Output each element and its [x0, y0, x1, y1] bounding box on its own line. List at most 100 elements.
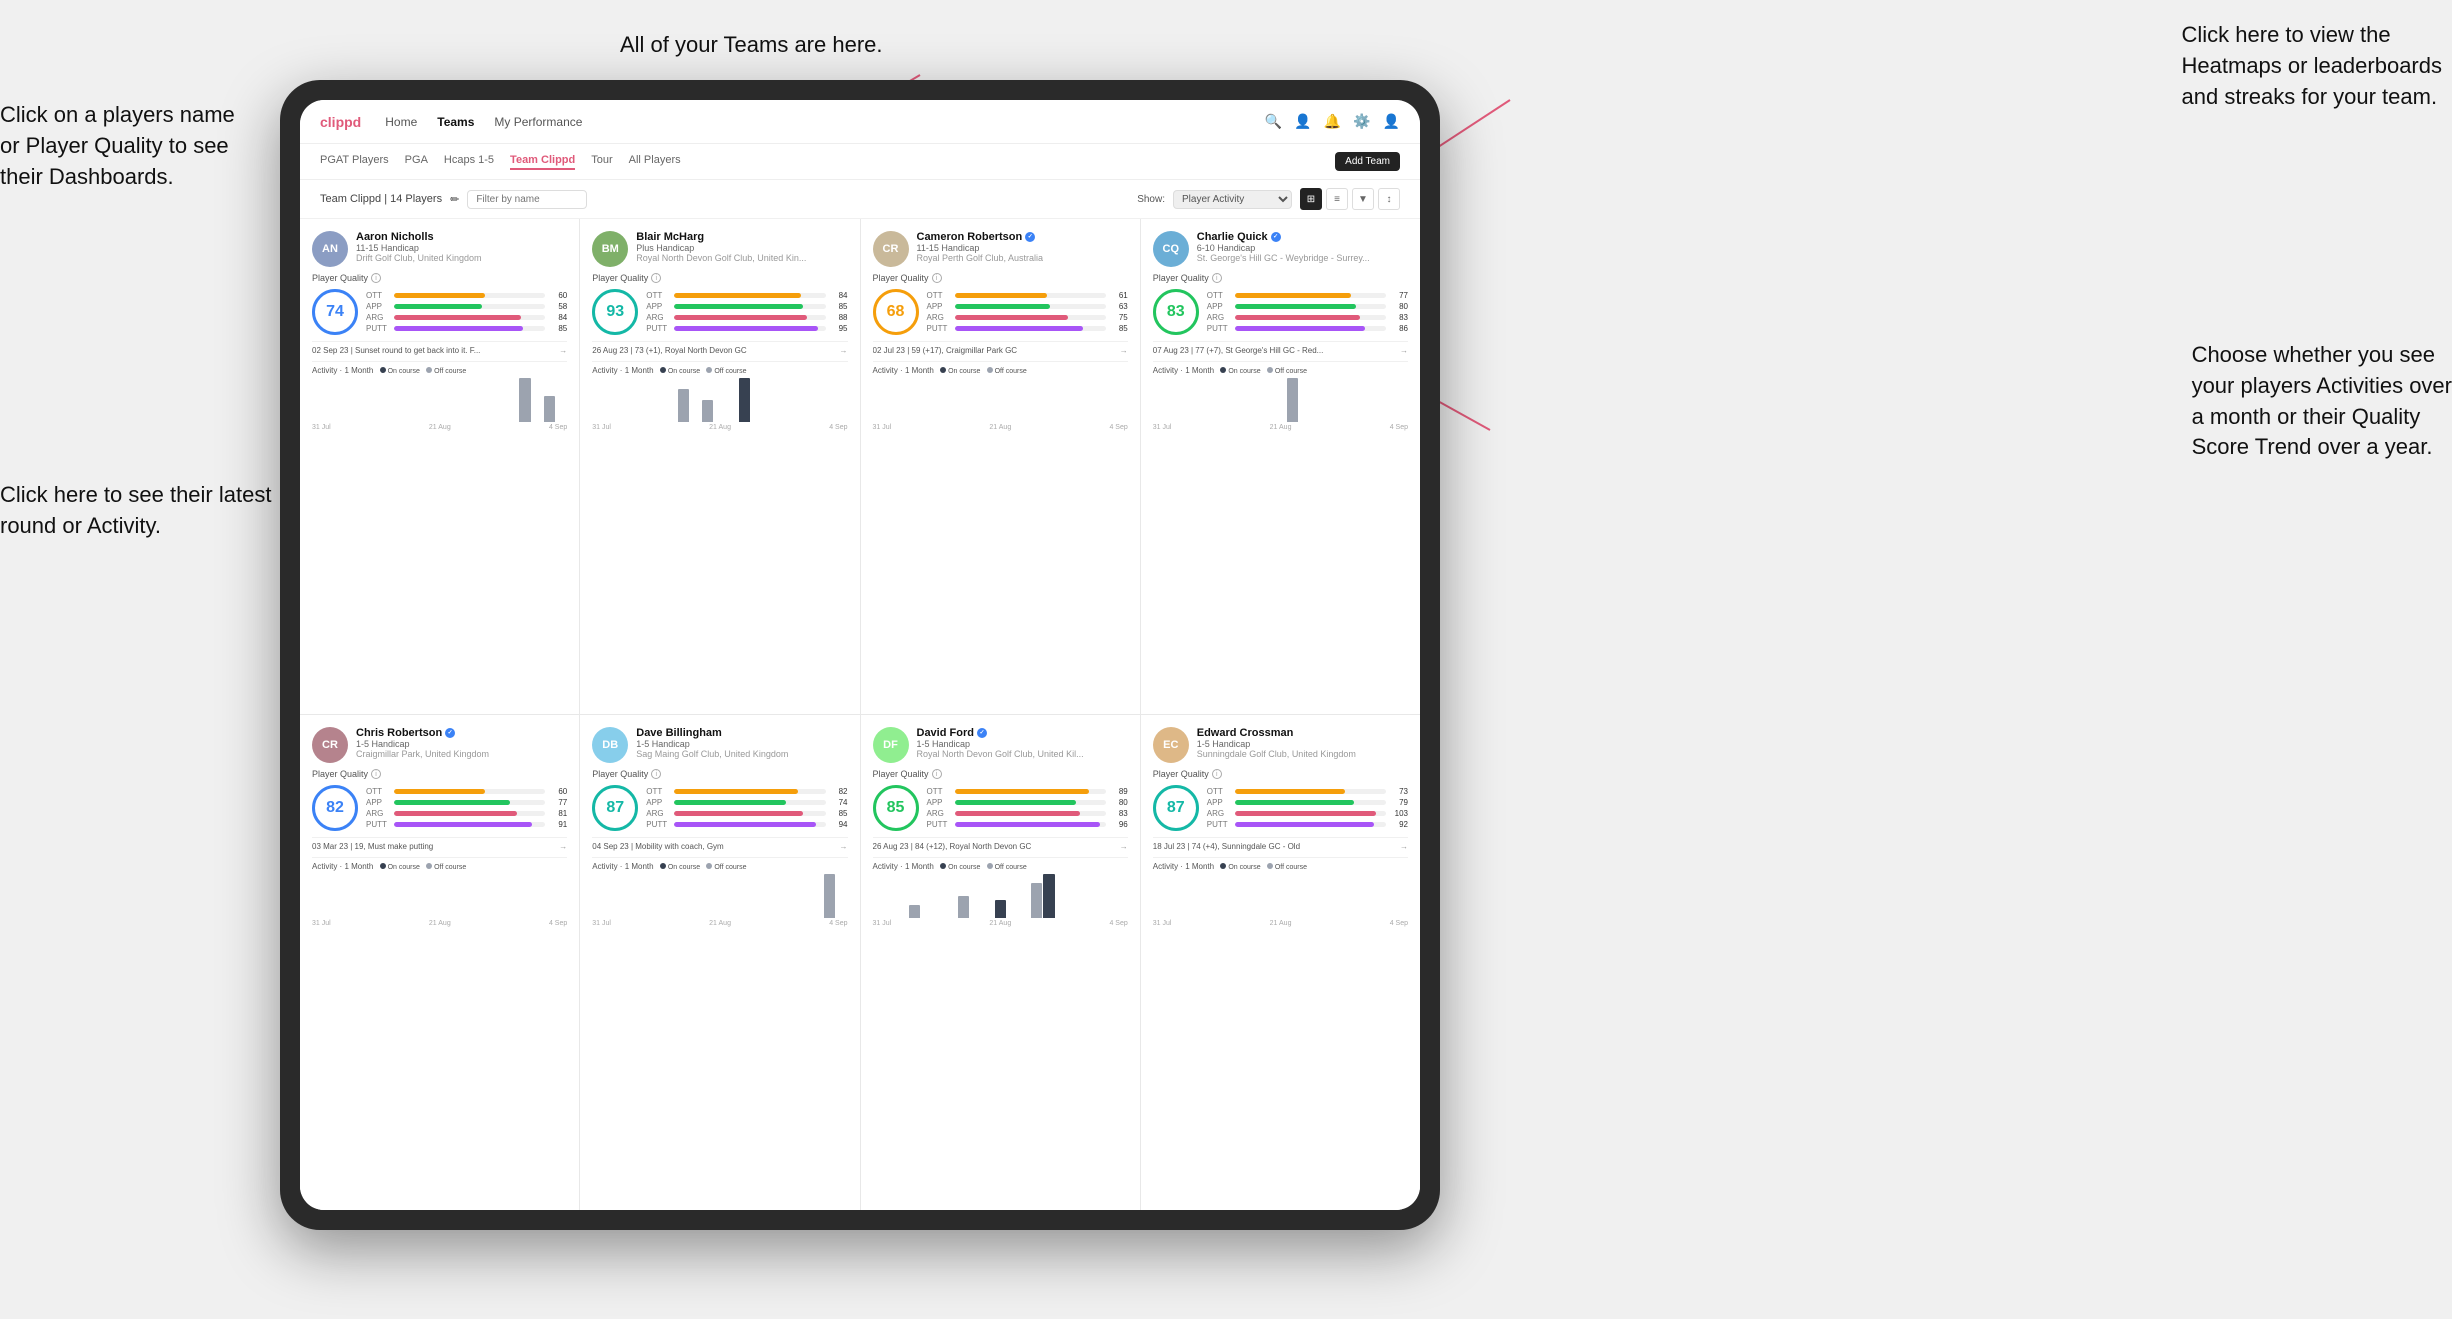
player-header: DB Dave Billingham 1-5 Handicap Sag Main…	[592, 727, 847, 763]
stat-row: ARG 75	[927, 313, 1128, 322]
player-card[interactable]: EC Edward Crossman 1-5 Handicap Sunningd…	[1141, 715, 1420, 1210]
player-name[interactable]: Cameron Robertson ✓	[917, 231, 1128, 243]
chart-bar	[519, 378, 530, 422]
settings-icon[interactable]: ⚙️	[1353, 113, 1370, 130]
navbar: clippd Home Teams My Performance 🔍 👤 🔔 ⚙…	[300, 100, 1420, 144]
stat-row: PUTT 95	[646, 324, 847, 333]
latest-round[interactable]: 07 Aug 23 | 77 (+7), St George's Hill GC…	[1153, 341, 1408, 355]
player-name[interactable]: Charlie Quick ✓	[1197, 231, 1408, 243]
heatmaps-annotation: Click here to view theHeatmaps or leader…	[2182, 20, 2442, 112]
score-circle: 87	[592, 785, 638, 831]
latest-round-arrow: →	[1120, 842, 1128, 851]
stat-bar	[674, 822, 816, 827]
subnav-pga[interactable]: PGA	[405, 154, 428, 170]
stat-bar-wrap	[955, 293, 1106, 298]
sort-button[interactable]: ↕	[1378, 188, 1400, 210]
quality-section[interactable]: 87 OTT 82 APP	[592, 785, 847, 831]
player-card[interactable]: DF David Ford ✓ 1-5 Handicap Royal North…	[861, 715, 1140, 1210]
player-name[interactable]: David Ford ✓	[917, 727, 1128, 739]
chart-label: 31 Jul	[592, 424, 611, 431]
filter-input[interactable]	[467, 190, 587, 209]
player-card[interactable]: BM Blair McHarg Plus Handicap Royal Nort…	[580, 219, 859, 714]
subnav-all-players[interactable]: All Players	[629, 154, 681, 170]
quality-section[interactable]: 83 OTT 77 APP	[1153, 289, 1408, 335]
stat-label: OTT	[366, 787, 390, 796]
nav-home[interactable]: Home	[385, 115, 417, 129]
player-name[interactable]: Edward Crossman	[1197, 727, 1408, 739]
activity-header: Activity · 1 Month On course Off course	[873, 366, 1128, 375]
stat-value: 85	[1110, 324, 1128, 333]
grid-view-button[interactable]: ⊞	[1300, 188, 1322, 210]
player-card[interactable]: CQ Charlie Quick ✓ 6-10 Handicap St. Geo…	[1141, 219, 1420, 714]
subnav-pgat[interactable]: PGAT Players	[320, 154, 389, 170]
profile-icon[interactable]: 👤	[1294, 113, 1311, 130]
score-circle: 74	[312, 289, 358, 335]
stat-row: ARG 83	[1207, 313, 1408, 322]
players-annotation: Click on a players nameor Player Quality…	[0, 100, 235, 192]
nav-teams[interactable]: Teams	[437, 115, 474, 129]
subnav-hcaps[interactable]: Hcaps 1-5	[444, 154, 494, 170]
chart-label: 31 Jul	[592, 920, 611, 927]
chart-labels: 31 Jul21 Aug4 Sep	[592, 424, 847, 431]
stat-row: APP 85	[646, 302, 847, 311]
player-card[interactable]: DB Dave Billingham 1-5 Handicap Sag Main…	[580, 715, 859, 1210]
latest-round[interactable]: 03 Mar 23 | 19, Must make putting →	[312, 837, 567, 851]
quality-section[interactable]: 93 OTT 84 APP	[592, 289, 847, 335]
stats-rows: OTT 89 APP 80	[927, 787, 1128, 829]
filter-button[interactable]: ▼	[1352, 188, 1374, 210]
player-card[interactable]: AN Aaron Nicholls 11-15 Handicap Drift G…	[300, 219, 579, 714]
quality-section[interactable]: 85 OTT 89 APP	[873, 785, 1128, 831]
player-info: Charlie Quick ✓ 6-10 Handicap St. George…	[1197, 231, 1408, 263]
activity-section: Activity · 1 Month On course Off course	[873, 857, 1128, 927]
stat-value: 83	[1110, 809, 1128, 818]
search-icon[interactable]: 🔍	[1265, 113, 1282, 130]
latest-round-text: 02 Jul 23 | 59 (+17), Craigmillar Park G…	[873, 346, 1120, 355]
quality-section[interactable]: 68 OTT 61 APP	[873, 289, 1128, 335]
latest-round[interactable]: 02 Jul 23 | 59 (+17), Craigmillar Park G…	[873, 341, 1128, 355]
add-team-button[interactable]: Add Team	[1335, 152, 1400, 171]
chart-label: 4 Sep	[1390, 424, 1408, 431]
info-icon: i	[1212, 769, 1222, 779]
latest-round[interactable]: 04 Sep 23 | Mobility with coach, Gym →	[592, 837, 847, 851]
stat-row: OTT 89	[927, 787, 1128, 796]
chart-label: 4 Sep	[1109, 424, 1127, 431]
player-info: Chris Robertson ✓ 1-5 Handicap Craigmill…	[356, 727, 567, 759]
activity-header: Activity · 1 Month On course Off course	[1153, 862, 1408, 871]
player-card[interactable]: CR Chris Robertson ✓ 1-5 Handicap Craigm…	[300, 715, 579, 1210]
player-club: Royal Perth Golf Club, Australia	[917, 253, 1128, 263]
latest-round[interactable]: 02 Sep 23 | Sunset round to get back int…	[312, 341, 567, 355]
avatar-icon[interactable]: 👤	[1383, 113, 1400, 130]
stat-label: APP	[1207, 302, 1231, 311]
list-view-button[interactable]: ≡	[1326, 188, 1348, 210]
player-name[interactable]: Blair McHarg	[636, 231, 847, 243]
stat-label: APP	[646, 798, 670, 807]
chart-area	[873, 378, 1128, 422]
quality-section[interactable]: 82 OTT 60 APP	[312, 785, 567, 831]
avatar: EC	[1153, 727, 1189, 763]
latest-round-text: 07 Aug 23 | 77 (+7), St George's Hill GC…	[1153, 346, 1400, 355]
show-select[interactable]: Player Activity Quality Score Trend	[1173, 190, 1292, 209]
quality-section[interactable]: 74 OTT 60 APP	[312, 289, 567, 335]
player-card[interactable]: CR Cameron Robertson ✓ 11-15 Handicap Ro…	[861, 219, 1140, 714]
bell-icon[interactable]: 🔔	[1324, 113, 1341, 130]
stats-rows: OTT 73 APP 79	[1207, 787, 1408, 829]
round-annotation: Click here to see their latestround or A…	[0, 480, 271, 542]
player-name[interactable]: Chris Robertson ✓	[356, 727, 567, 739]
stat-label: PUTT	[646, 324, 670, 333]
stat-bar	[394, 789, 485, 794]
player-name[interactable]: Dave Billingham	[636, 727, 847, 739]
subnav-team-clippd[interactable]: Team Clippd	[510, 154, 575, 170]
player-name[interactable]: Aaron Nicholls	[356, 231, 567, 243]
stat-bar	[955, 315, 1068, 320]
stat-bar	[1235, 293, 1351, 298]
stat-bar-wrap	[394, 304, 545, 309]
stat-bar	[674, 789, 798, 794]
latest-round[interactable]: 26 Aug 23 | 73 (+1), Royal North Devon G…	[592, 341, 847, 355]
latest-round[interactable]: 18 Jul 23 | 74 (+4), Sunningdale GC - Ol…	[1153, 837, 1408, 851]
stat-bar-wrap	[955, 315, 1106, 320]
latest-round[interactable]: 26 Aug 23 | 84 (+12), Royal North Devon …	[873, 837, 1128, 851]
subnav-tour[interactable]: Tour	[591, 154, 612, 170]
nav-my-performance[interactable]: My Performance	[494, 115, 582, 129]
quality-section[interactable]: 87 OTT 73 APP	[1153, 785, 1408, 831]
edit-icon[interactable]: ✏	[450, 193, 459, 206]
